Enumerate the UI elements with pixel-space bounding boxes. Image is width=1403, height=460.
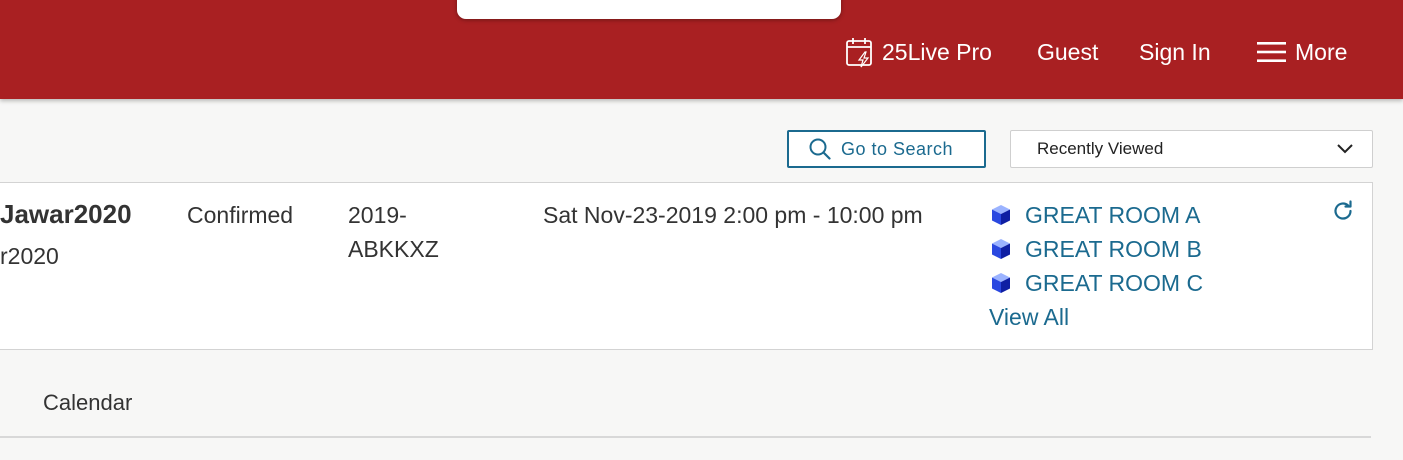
recently-viewed-value: Recently Viewed: [1037, 139, 1164, 158]
location-name: GREAT ROOM B: [1025, 235, 1202, 262]
event-state: Confirmed: [187, 202, 294, 228]
location-name: GREAT ROOM A: [1025, 201, 1201, 228]
location-link[interactable]: GREAT ROOM C: [990, 266, 1203, 300]
go-to-search-label: Go to Search: [841, 138, 954, 159]
nav-more[interactable]: More: [1256, 36, 1347, 68]
location-link[interactable]: GREAT ROOM B: [990, 232, 1202, 266]
event-reference: 2019-ABKKXZ: [348, 202, 439, 262]
nav-25live-pro-label: 25Live Pro: [882, 38, 992, 65]
event-date-time: Sat Nov-23-2019 2:00 pm - 10:00 pm: [543, 202, 923, 228]
chevron-down-icon: [1337, 144, 1353, 154]
nav-guest[interactable]: Guest: [1037, 36, 1098, 68]
recently-viewed-select[interactable]: Recently Viewed: [1010, 130, 1373, 168]
cube-icon: [992, 273, 1010, 293]
view-all-link[interactable]: View All: [989, 300, 1069, 334]
cube-icon: [992, 205, 1010, 225]
hamburger-menu-icon: [1257, 42, 1286, 62]
go-to-search-button[interactable]: Go to Search: [787, 130, 986, 168]
event-subtitle: r2020: [0, 243, 59, 269]
nav-25live-pro[interactable]: 25Live Pro: [845, 36, 992, 68]
nav-more-label: More: [1295, 38, 1348, 65]
calendar-tab[interactable]: Calendar: [43, 386, 132, 420]
location-name: GREAT ROOM C: [1025, 269, 1204, 296]
calendar-bolt-icon: [846, 38, 872, 68]
refresh-icon[interactable]: [1331, 199, 1355, 223]
nav-sign-in[interactable]: Sign In: [1139, 36, 1211, 68]
top-header: 25Live Pro Guest Sign In More: [0, 0, 1403, 99]
divider: [0, 436, 1371, 438]
header-popup: [457, 0, 841, 19]
cube-icon: [992, 239, 1010, 259]
location-link[interactable]: GREAT ROOM A: [990, 198, 1201, 232]
event-name[interactable]: Jawar2020: [0, 197, 132, 231]
search-icon: [809, 138, 831, 160]
